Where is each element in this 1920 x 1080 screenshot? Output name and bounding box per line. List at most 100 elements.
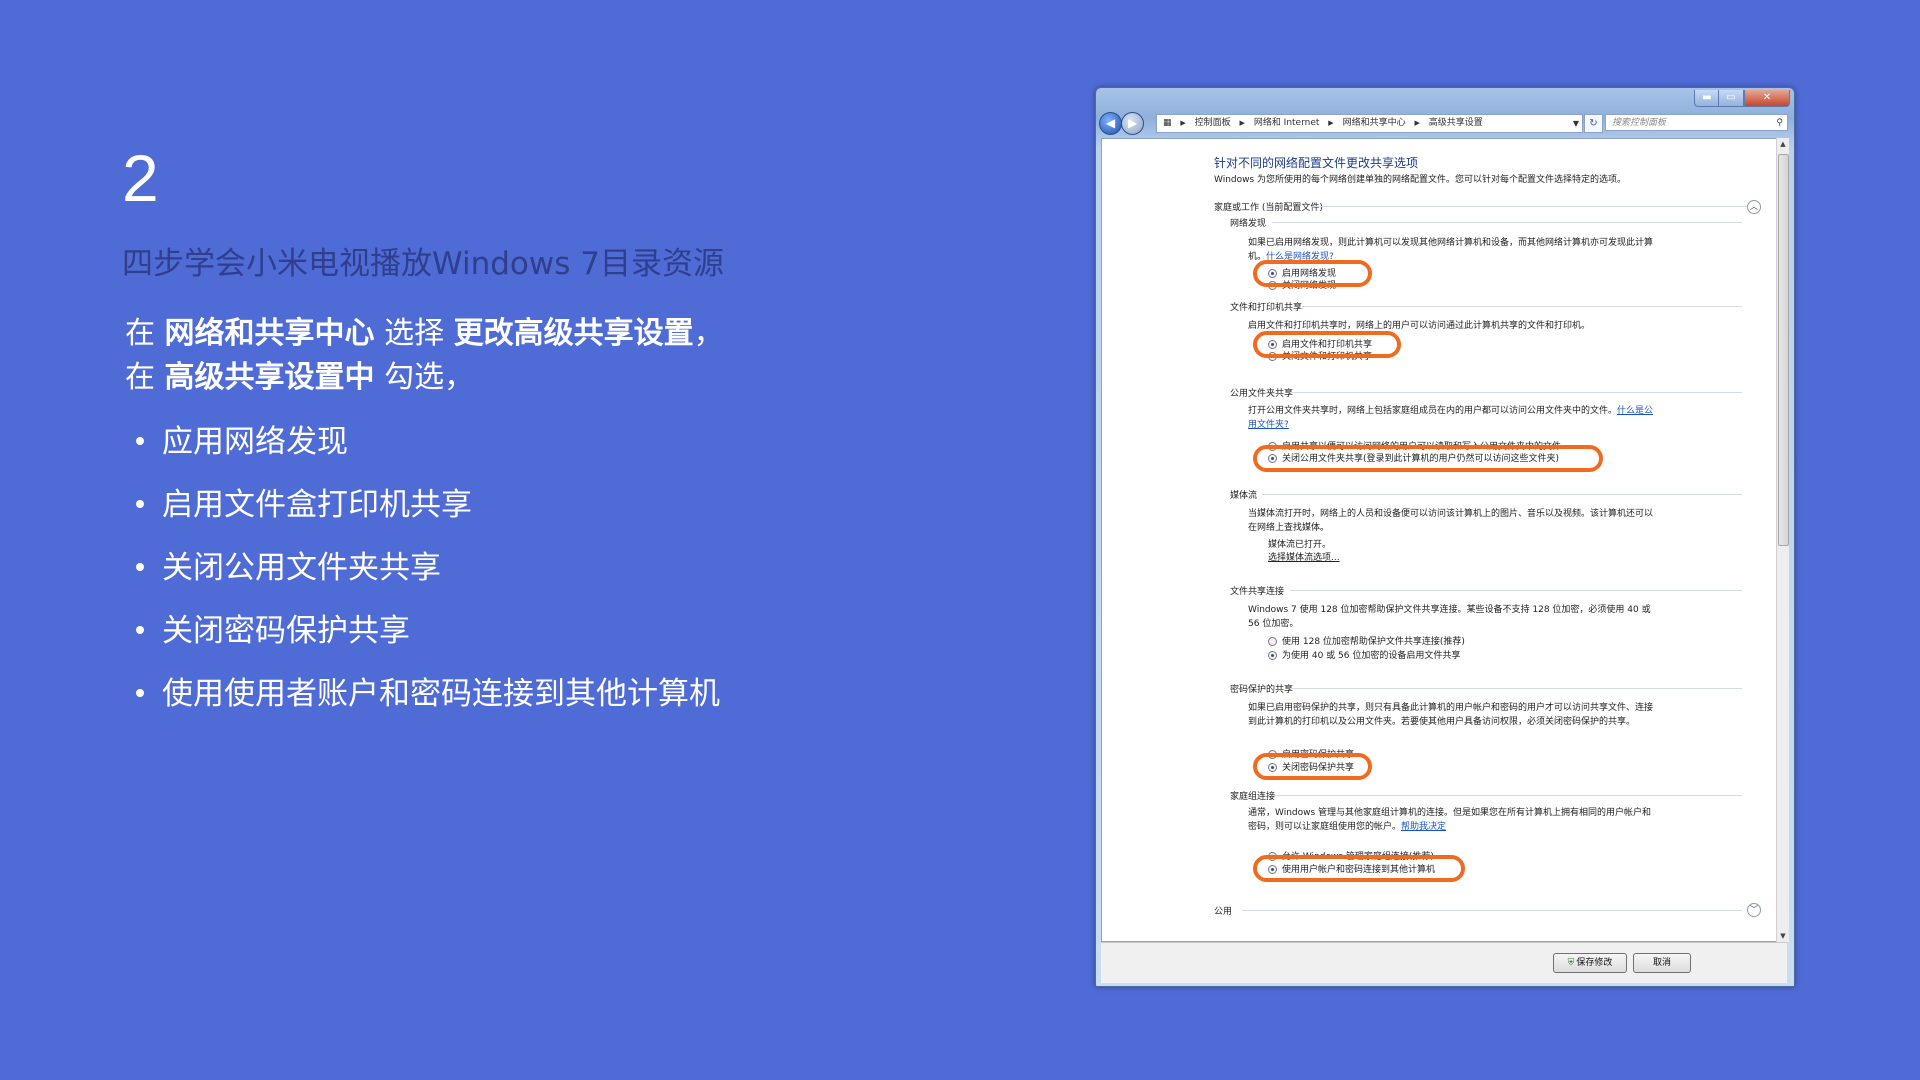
radio-encryption-128[interactable]: 使用 128 位加密帮助保护文件共享连接(推荐) (1268, 636, 1465, 648)
radio-encryption-40[interactable]: 为使用 40 或 56 位加密的设备启用文件共享 (1268, 650, 1460, 662)
settings-content: 针对不同的网络配置文件更改共享选项 Windows 为您所使用的每个网络创建单独… (1101, 138, 1777, 942)
profile-home-header[interactable]: 家庭或工作 (当前配置文件) (1214, 200, 1323, 213)
breadcrumb-separator-icon[interactable]: ▶ (1414, 119, 1419, 127)
search-input[interactable]: 搜索控制面板 ⚲ (1605, 114, 1788, 131)
divider (1312, 206, 1752, 207)
media-options-link[interactable]: 选择媒体流选项... (1268, 552, 1340, 564)
radio-selected-icon[interactable] (1268, 651, 1277, 660)
bullet-item: 应用网络发现 (136, 418, 720, 481)
vertical-scrollbar[interactable]: ▲ ▼ (1776, 138, 1789, 942)
scroll-down-icon[interactable]: ▼ (1777, 932, 1789, 940)
refresh-icon[interactable]: ↻ (1584, 114, 1603, 133)
scrollbar-thumb[interactable] (1778, 154, 1789, 546)
save-label: 保存修改 (1576, 958, 1613, 968)
section-title-password: 密码保护的共享 (1230, 685, 1294, 695)
profile-public-header[interactable]: 公用 (1214, 904, 1232, 917)
divider (1242, 910, 1742, 911)
divider (1302, 306, 1742, 307)
intro-bold-advanced-settings: 更改高级共享设置 (453, 316, 694, 351)
bullet-dot-icon (136, 436, 144, 445)
bullet-label: 关闭公用文件夹共享 (162, 550, 441, 586)
bullet-label: 使用使用者账户和密码连接到其他计算机 (162, 676, 720, 712)
page-title: 针对不同的网络配置文件更改共享选项 (1214, 156, 1419, 170)
highlight-public-folder-off (1253, 445, 1603, 472)
intro-text-part: 在 (125, 360, 165, 395)
bullet-dot-icon (136, 499, 144, 508)
steps-bullet-list: 应用网络发现 启用文件盒打印机共享 关闭公用文件夹共享 关闭密码保护共享 使用使… (136, 418, 720, 733)
section-title-printer: 文件和打印机共享 (1230, 303, 1303, 313)
intro-bold-advanced-settings-in: 高级共享设置中 (164, 360, 375, 395)
breadcrumb-advanced-sharing[interactable]: 高级共享设置 (1429, 118, 1483, 128)
intro-text-part: 选择 (374, 316, 454, 351)
advanced-sharing-window: ▬ ▭ ✕ ◀ ▶ ▦ ▶ 控制面板 ▶ 网络和 Internet ▶ 网络和共… (1095, 87, 1795, 987)
section-title-connections: 文件共享连接 (1230, 587, 1285, 597)
breadcrumb-control-panel[interactable]: 控制面板 (1195, 118, 1231, 128)
intro-line-1: 在 网络和共享中心 选择 更改高级共享设置， (125, 312, 724, 356)
section-title-homegroup: 家庭组连接 (1230, 792, 1276, 802)
section-title-public-folder: 公用文件夹共享 (1230, 389, 1294, 399)
minimize-button[interactable]: ▬ (1694, 90, 1720, 107)
radio-unselected-icon[interactable] (1268, 637, 1277, 646)
bullet-label: 应用网络发现 (162, 424, 348, 460)
highlight-homegroup-user (1253, 855, 1465, 882)
expand-icon[interactable]: ﹀ (1747, 903, 1761, 917)
search-placeholder: 搜索控制面板 (1612, 118, 1667, 128)
bullet-item: 启用文件盒打印机共享 (136, 481, 720, 544)
breadcrumb-network-internet[interactable]: 网络和 Internet (1254, 118, 1320, 128)
breadcrumb-separator-icon[interactable]: ▶ (1328, 119, 1333, 127)
slide-subtitle: 四步学会小米电视播放Windows 7目录资源 (122, 246, 724, 282)
radio-label: 使用 128 位加密帮助保护文件共享连接(推荐) (1282, 637, 1465, 647)
intro-text-part: ， (693, 316, 724, 351)
password-description: 如果已启用密码保护的共享，则只有具备此计算机的用户帐户和密码的用户才可以访问共享… (1248, 703, 1654, 727)
highlight-printer-on (1253, 331, 1401, 358)
control-panel-icon: ▦ (1163, 118, 1172, 128)
intro-text-part: 勾选， (374, 360, 475, 395)
page-description: Windows 为您所使用的每个网络创建单独的网络配置文件。您可以针对每个配置文… (1214, 175, 1627, 185)
bullet-item: 关闭公用文件夹共享 (136, 544, 720, 607)
bullet-item: 关闭密码保护共享 (136, 607, 720, 670)
divider (1290, 392, 1742, 393)
close-button[interactable]: ✕ (1744, 90, 1790, 107)
public-folder-text: 打开公用文件夹共享时，网络上包括家庭组成员在内的用户都可以访问公用文件夹中的文件… (1248, 404, 1658, 432)
scroll-up-icon[interactable]: ▲ (1777, 140, 1789, 148)
shield-icon: ⛨ (1567, 958, 1575, 968)
maximize-button[interactable]: ▭ (1718, 90, 1744, 107)
bullet-item: 使用使用者账户和密码连接到其他计算机 (136, 670, 720, 733)
divider (1272, 222, 1742, 223)
back-button[interactable]: ◀ (1099, 112, 1122, 135)
breadcrumb-network-center[interactable]: 网络和共享中心 (1343, 118, 1406, 128)
section-title-discovery: 网络发现 (1230, 219, 1267, 229)
media-description: 当媒体流打开时，网络上的人员和设备便可以访问该计算机上的图片、音乐以及视频。该计… (1248, 509, 1654, 533)
breadcrumb-separator-icon[interactable]: ▶ (1240, 119, 1245, 127)
highlight-discovery-on (1253, 260, 1372, 287)
divider (1262, 494, 1742, 495)
save-changes-button[interactable]: ⛨ 保存修改 (1553, 953, 1627, 973)
homegroup-help-link[interactable]: 帮助我决定 (1401, 822, 1446, 832)
homegroup-text: 通常，Windows 管理与其他家庭组计算机的连接。但是如果您在所有计算机上拥有… (1248, 806, 1658, 834)
homegroup-description: 通常，Windows 管理与其他家庭组计算机的连接。但是如果您在所有计算机上拥有… (1248, 808, 1652, 832)
divider (1290, 590, 1742, 591)
radio-label: 为使用 40 或 56 位加密的设备启用文件共享 (1282, 651, 1461, 661)
section-title-media: 媒体流 (1230, 491, 1258, 501)
divider (1272, 795, 1742, 796)
media-status: 媒体流已打开。 (1268, 540, 1332, 550)
forward-button[interactable]: ▶ (1121, 112, 1144, 135)
intro-text-part: 在 (125, 316, 165, 351)
bullet-label: 关闭密码保护共享 (162, 613, 410, 649)
public-folder-description: 打开公用文件夹共享时，网络上包括家庭组成员在内的用户都可以访问公用文件夹中的文件… (1248, 406, 1618, 416)
bullet-dot-icon (136, 688, 144, 697)
address-dropdown-icon[interactable]: ▼ (1573, 115, 1579, 132)
divider (1290, 688, 1742, 689)
intro-bold-network-center: 网络和共享中心 (164, 316, 375, 351)
cancel-button[interactable]: 取消 (1633, 953, 1691, 973)
breadcrumb-separator-icon[interactable]: ▶ (1180, 119, 1185, 127)
highlight-password-off (1253, 753, 1372, 780)
search-icon[interactable]: ⚲ (1776, 115, 1783, 132)
intro-line-2: 在 高级共享设置中 勾选， (125, 356, 724, 400)
bullet-dot-icon (136, 562, 144, 571)
address-bar[interactable]: ▦ ▶ 控制面板 ▶ 网络和 Internet ▶ 网络和共享中心 ▶ 高级共享… (1156, 114, 1583, 133)
intro-text: 在 网络和共享中心 选择 更改高级共享设置， 在 高级共享设置中 勾选， (125, 312, 724, 400)
dialog-button-bar: ⛨ 保存修改 取消 (1101, 942, 1787, 983)
connections-description: Windows 7 使用 128 位加密帮助保护文件共享连接。某些设备不支持 1… (1248, 605, 1651, 629)
collapse-icon[interactable]: ︿ (1747, 200, 1761, 214)
